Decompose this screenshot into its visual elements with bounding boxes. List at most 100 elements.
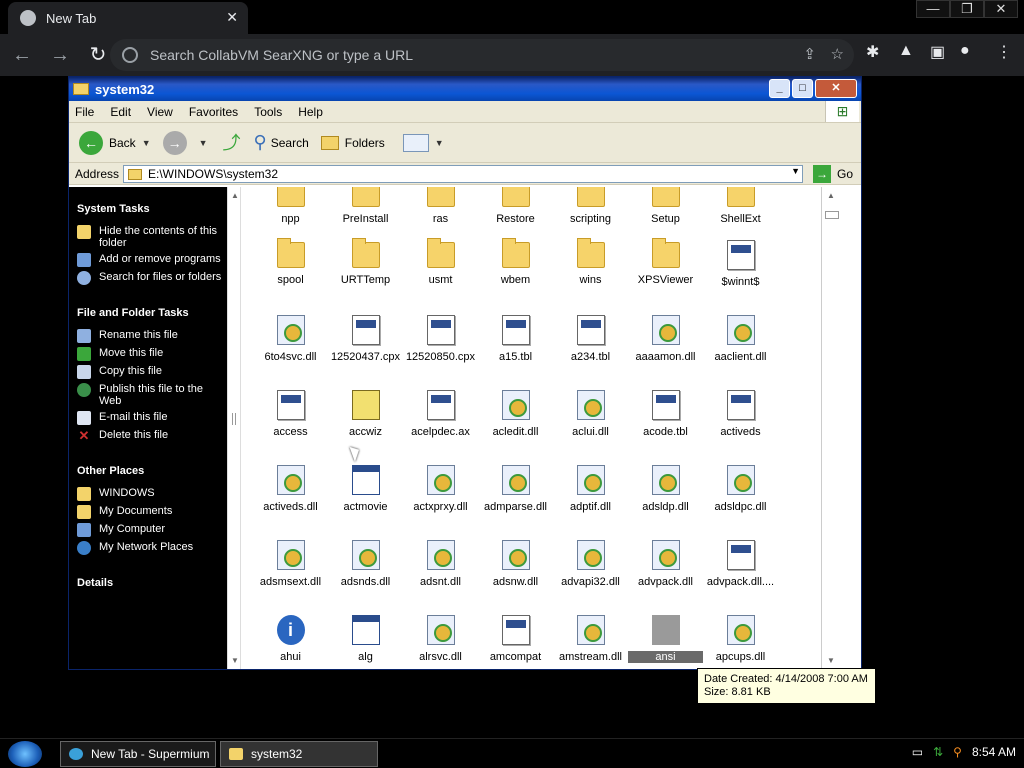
file-item[interactable]: adsnw.dll [478,540,553,588]
task-search-files[interactable]: Search for files or folders [77,271,227,285]
file-item[interactable]: admparse.dll [478,465,553,513]
file-item[interactable]: amcompat [478,615,553,663]
file-item[interactable]: $winnt$ [703,240,778,288]
file-item[interactable]: i ahui [253,615,328,663]
maximize-button[interactable]: ❐ [950,0,984,18]
lab-flask-icon[interactable]: ▲ [898,42,914,60]
minimize-button[interactable]: — [916,0,950,18]
file-item[interactable]: a15.tbl [478,315,553,363]
scroll-up-arrow-icon[interactable]: ▲ [231,191,239,200]
back-button[interactable]: ← Back ▼ [79,130,151,155]
keyboard-icon[interactable]: ▭ [912,745,923,759]
file-item[interactable]: adptif.dll [553,465,628,513]
menu-help[interactable]: Help [298,105,323,119]
menu-tools[interactable]: Tools [254,105,282,119]
folders-button[interactable]: Folders [320,135,385,150]
file-item[interactable]: adsldp.dll [628,465,703,513]
task-email[interactable]: E-mail this file [77,411,227,425]
file-item[interactable]: ansi [628,615,703,663]
file-item[interactable]: adsmsext.dll [253,540,328,588]
file-item[interactable]: accwiz [328,390,403,438]
task-move[interactable]: Move this file [77,347,227,361]
scroll-thumb[interactable] [825,211,839,219]
place-windows[interactable]: WINDOWS [77,487,227,501]
file-item[interactable]: URTTemp [328,238,403,286]
file-item[interactable]: 6to4svc.dll [253,315,328,363]
menu-edit[interactable]: Edit [110,105,131,119]
taskbar-item-explorer[interactable]: system32 [220,741,378,767]
side-panel-icon[interactable]: ▣ [930,42,945,62]
file-item[interactable]: acledit.dll [478,390,553,438]
file-item[interactable]: actmovie [328,465,403,513]
profile-avatar-icon[interactable]: ● [960,42,970,60]
scroll-grip[interactable] [232,413,236,425]
place-my-computer[interactable]: My Computer [77,523,227,537]
place-my-documents[interactable]: My Documents [77,505,227,519]
tab-close-icon[interactable]: ✕ [226,9,238,26]
file-item[interactable]: aaaamon.dll [628,315,703,363]
file-item[interactable]: advpack.dll [628,540,703,588]
file-item[interactable]: npp [253,187,328,225]
network-icon[interactable]: ⇅ [933,745,943,759]
file-item[interactable]: aaclient.dll [703,315,778,363]
file-item[interactable]: activeds [703,390,778,438]
start-orb-icon[interactable] [8,741,42,767]
scroll-down-arrow-icon[interactable]: ▼ [231,656,239,665]
menu-favorites[interactable]: Favorites [189,105,238,119]
task-hide-contents[interactable]: Hide the contents of this folder [77,225,227,249]
back-arrow-icon[interactable]: ← [6,39,38,71]
file-item[interactable]: XPSViewer [628,238,703,286]
kebab-menu-icon[interactable]: ⋮ [996,42,1012,62]
tab-new-tab[interactable]: New Tab ✕ [8,2,248,34]
file-item[interactable]: advapi32.dll [553,540,628,588]
file-item[interactable]: acelpdec.ax [403,390,478,438]
file-item[interactable]: 12520437.cpx [328,315,403,363]
explorer-minimize-button[interactable]: _ [769,79,790,98]
file-item[interactable]: wbem [478,238,553,286]
file-item[interactable]: activeds.dll [253,465,328,513]
file-item[interactable]: acode.tbl [628,390,703,438]
up-folder-icon[interactable]: ⤴ [220,131,244,155]
explorer-close-button[interactable]: ✕ [815,79,857,98]
place-my-network-places[interactable]: My Network Places [77,541,227,555]
taskbar-item-browser[interactable]: New Tab - Supermium [60,741,216,767]
file-item[interactable]: Setup [628,187,703,225]
chevron-down-icon[interactable]: ▼ [142,138,151,148]
scroll-up-arrow-icon[interactable]: ▲ [827,191,835,200]
views-grid-icon[interactable] [402,133,429,152]
task-delete[interactable]: ✕ Delete this file [77,429,227,443]
task-add-remove-programs[interactable]: Add or remove programs [77,253,227,267]
file-item[interactable]: alg [328,615,403,663]
file-item[interactable]: a234.tbl [553,315,628,363]
scroll-down-arrow-icon[interactable]: ▼ [827,656,835,665]
search-button[interactable]: ⚲ Search [254,132,309,153]
file-item[interactable]: amstream.dll [553,615,628,663]
forward-arrow-icon[interactable]: → [44,39,76,71]
file-item[interactable]: aclui.dll [553,390,628,438]
file-item[interactable]: advpack.dll.... [703,540,778,588]
forward-button[interactable]: → ▼ [162,130,208,155]
section-details[interactable]: Details [77,577,227,589]
file-item[interactable]: 12520850.cpx [403,315,478,363]
file-item[interactable]: access [253,390,328,438]
file-list-scrollbar[interactable]: ▲ ▼ [821,187,841,669]
file-item[interactable]: apcups.dll [703,615,778,663]
file-item[interactable]: usmt [403,238,478,286]
search-icon[interactable]: ⚲ [953,745,962,759]
task-publish-web[interactable]: Publish this file to the Web [77,383,227,407]
share-icon[interactable]: ⇪ [803,45,816,63]
chevron-down-icon[interactable]: ▼ [199,138,208,148]
file-item[interactable]: alrsvc.dll [403,615,478,663]
address-input[interactable]: E:\WINDOWS\system32 ▼ [123,165,803,183]
omnibox[interactable]: Search CollabVM SearXNG or type a URL ⇪ … [110,39,854,71]
chevron-down-icon[interactable]: ▼ [435,138,444,148]
file-item[interactable]: actxprxy.dll [403,465,478,513]
explorer-maximize-button[interactable]: □ [792,79,813,98]
file-item[interactable]: adsldpc.dll [703,465,778,513]
file-item[interactable]: Restore [478,187,553,225]
file-item[interactable]: adsnds.dll [328,540,403,588]
extensions-icon[interactable]: ✱ [866,42,879,62]
menu-view[interactable]: View [147,105,173,119]
file-item[interactable]: ras [403,187,478,225]
file-item[interactable]: PreInstall [328,187,403,225]
